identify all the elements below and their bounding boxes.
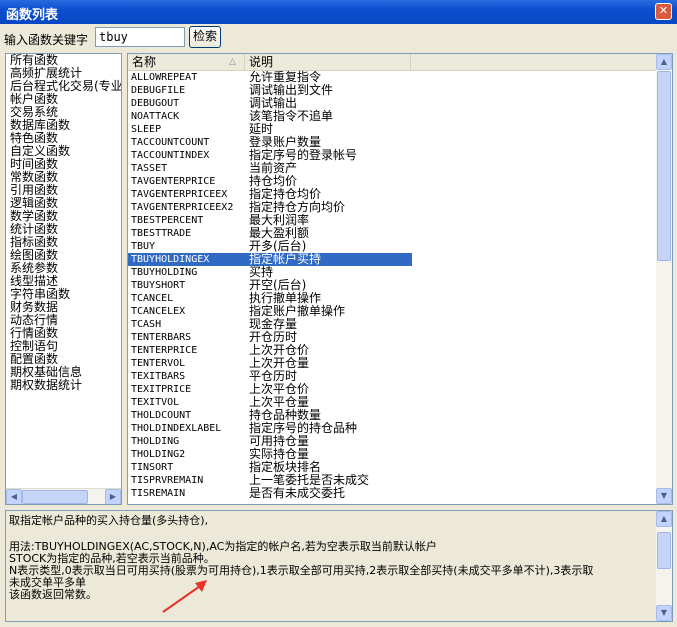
function-name: TAVGENTERPRICEEX [131,189,228,200]
function-name: TEXITPRICE [131,384,192,395]
function-name: THOLDINDEXLABEL [131,423,222,434]
function-name: TACCOUNTCOUNT [131,137,210,148]
function-list[interactable]: 名称 △ 说明 ALLOWREPEAT 允许重复指令 DEBUGFILE 调试输出到文… [127,53,673,505]
function-name: TEXITBARS [131,371,186,382]
function-name: DEBUGOUT [131,98,180,109]
function-name: TBUYHOLDINGEX [131,254,210,265]
function-description: 是否有未成交委托 [249,486,346,500]
scroll-up-icon[interactable]: ▲ [656,54,672,70]
function-name: TISPRVREMAIN [131,475,204,486]
annotation-arrow-icon [162,580,207,613]
title-bar: 函数列表 ✕ [0,0,677,24]
scroll-down-icon[interactable]: ▼ [656,488,672,504]
function-vertical-scrollbar[interactable]: ▲ ▼ [656,54,672,504]
close-icon: ✕ [658,4,669,17]
function-name: THOLDING [131,436,180,447]
search-input[interactable] [95,27,185,47]
function-name: TAVGENTERPRICE [131,176,216,187]
function-name: TISREMAIN [131,488,186,499]
function-name: NOATTACK [131,111,180,122]
search-button[interactable]: 检索 [189,26,221,48]
category-items: 所有函数 高频扩展统计 后台程式化交易(专业 帐户函数 交易系统 数据库函数 特色函数 自定义… [10,54,121,392]
scroll-thumb[interactable] [22,490,88,504]
function-rows: ALLOWREPEAT 允许重复指令 DEBUGFILE 调试输出到文件 DEBUGOU… [128,71,658,500]
scroll-thumb[interactable] [657,532,671,569]
scroll-right-icon[interactable]: ▶ [105,489,121,504]
function-name: TBUYSHORT [131,280,186,291]
scroll-left-icon[interactable]: ◀ [6,489,22,504]
function-name: TASSET [131,163,168,174]
function-name: THOLDING2 [131,449,186,460]
category-horizontal-scrollbar[interactable]: ◀ ▶ [6,488,121,504]
function-name: SLEEP [131,124,162,135]
scroll-down-icon[interactable]: ▼ [656,605,672,621]
column-header-description-label: 说明 [249,55,274,69]
function-name: TEXITVOL [131,397,180,408]
description-line: N表示类型,0表示取当日可用买持(股票为可用持仓),1表示取全部可用买持,2表示… [9,564,594,577]
column-header-name-label: 名称 [132,55,157,69]
function-name: TCANCEL [131,293,174,304]
function-name: TINSORT [131,462,174,473]
close-button[interactable]: ✕ [655,3,672,20]
column-header-row: 名称 △ 说明 [128,54,672,71]
window-title: 函数列表 [6,8,59,23]
function-name: TENTERPRICE [131,345,198,356]
description-line: 取指定帐户品种的买入持仓量(多头持仓), [9,514,209,527]
function-name: TENTERVOL [131,358,186,369]
description-line: 该函数返回常数。 [9,588,97,601]
sort-ascending-icon: △ [229,57,236,67]
description-vertical-scrollbar[interactable]: ▲ ▼ [656,511,672,621]
function-name: TBESTTRADE [131,228,192,239]
column-header-name[interactable]: 名称 △ [128,54,245,71]
scroll-thumb[interactable] [657,71,671,261]
function-row[interactable]: TISREMAIN 是否有未成交委托 [128,487,412,500]
column-header-description[interactable]: 说明 [246,54,411,71]
function-name: TAVGENTERPRICEEX2 [131,202,234,213]
function-name: TBUYHOLDING [131,267,198,278]
function-name: TCANCELEX [131,306,186,317]
function-name: DEBUGFILE [131,85,186,96]
function-name: TENTERBARS [131,332,192,343]
scroll-up-icon[interactable]: ▲ [656,511,672,527]
search-label: 输入函数关键字 [4,33,89,47]
function-name: TCASH [131,319,162,330]
function-name: THOLDCOUNT [131,410,192,421]
function-name: TBESTPERCENT [131,215,204,226]
function-name: TBUY [131,241,156,252]
function-name: TACCOUNTINDEX [131,150,210,161]
category-list[interactable]: 所有函数 高频扩展统计 后台程式化交易(专业 帐户函数 交易系统 数据库函数 特色函数 自定义… [5,53,122,505]
category-item[interactable]: 期权数据统计 [10,379,121,392]
description-panel: 取指定帐户品种的买入持仓量(多头持仓), 用法:TBUYHOLDINGEX(AC,… [5,510,673,622]
function-name: ALLOWREPEAT [131,72,198,83]
